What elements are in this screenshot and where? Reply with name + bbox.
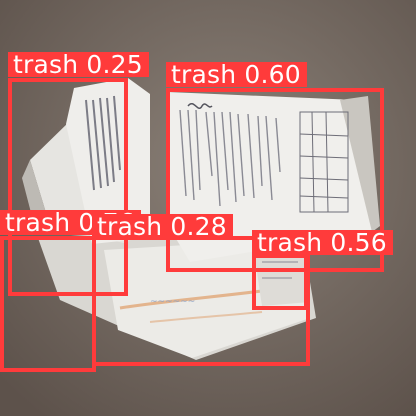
detection-canvas: ~~~~~~ trash 0.25 trash 0.60 trash trash… (0, 0, 416, 416)
detection-class: trash (5, 208, 71, 237)
detection-label: trash 0.25 (8, 52, 149, 77)
detection-class: trash (171, 60, 237, 89)
detection-label: trash 0.28 (92, 214, 233, 239)
detection-label: trash 0.56 (252, 230, 393, 255)
detection-class: trash (13, 50, 79, 79)
detection-label: trash 0.60 (166, 62, 307, 87)
detection-score: 0.25 (78, 50, 143, 79)
detection-box (0, 236, 96, 372)
detection-class: trash (97, 212, 163, 241)
detection-score: 0.28 (162, 212, 227, 241)
detection-score: 0.56 (322, 228, 387, 257)
detection-box (252, 254, 308, 310)
detection-class: trash (257, 228, 323, 257)
detection-score: 0.60 (236, 60, 301, 89)
